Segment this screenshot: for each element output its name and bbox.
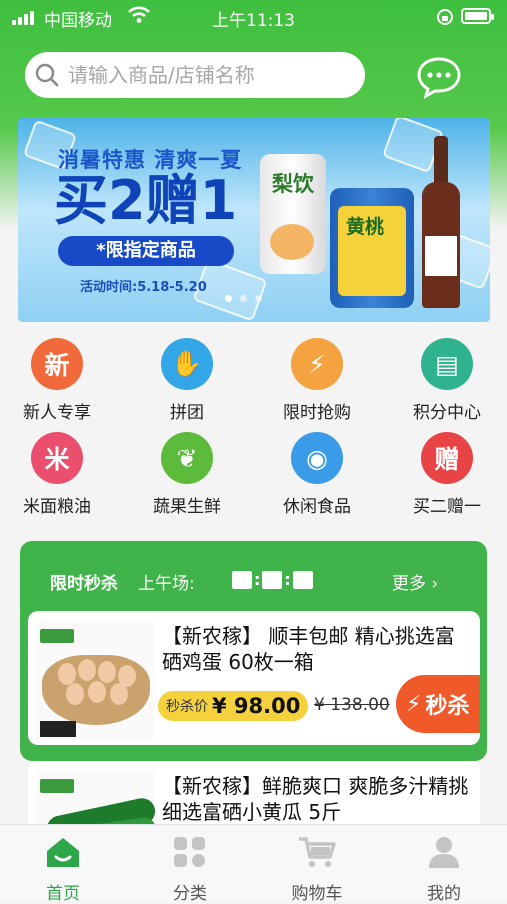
carousel-dots xyxy=(225,295,262,302)
vegetable-icon: ❦ xyxy=(161,432,213,484)
group-hands-icon: ✋ xyxy=(161,338,213,390)
product-title: 【新农稼】鲜脆爽口 爽脆多汁精挑细选富硒小黄瓜 5斤 xyxy=(162,774,469,824)
rotation-lock-icon xyxy=(436,8,454,31)
drink-bottle xyxy=(422,136,460,308)
flash-sale-session: 上午场: xyxy=(138,574,195,594)
category-grid-icon xyxy=(174,837,205,867)
banner-tag: *限指定商品 xyxy=(58,236,234,266)
banner-promo: 买2赠1 xyxy=(54,169,238,232)
status-bar: 中国移动 上午11:13 xyxy=(0,0,507,34)
product-image-eggs xyxy=(36,621,154,739)
lollipop-icon: ◉ xyxy=(291,432,343,484)
bolt-icon: ⚡ xyxy=(406,691,422,717)
rice-icon: 米 xyxy=(31,432,83,484)
original-price: ¥ 138.00 xyxy=(314,695,390,715)
points-icon: ▤ xyxy=(421,338,473,390)
brand-tag xyxy=(40,629,74,643)
category-item-new-user[interactable]: 新 新人专享 xyxy=(0,338,117,423)
tab-cart[interactable]: 购物车 xyxy=(262,835,372,904)
gift-icon: 赠 xyxy=(421,432,473,484)
tab-category[interactable]: 分类 xyxy=(135,835,245,904)
brand-tag xyxy=(40,779,74,793)
banner-dates: 活动时间:5.18-5.20 xyxy=(80,280,207,295)
tab-home[interactable]: 首页 xyxy=(8,835,118,904)
category-item-produce[interactable]: ❦ 蔬果生鲜 xyxy=(127,432,247,517)
promo-banner[interactable]: 消暑特惠 清爽一夏 买2赠1 *限指定商品 活动时间:5.18-5.20 梨饮 … xyxy=(18,118,490,322)
flash-sale-title: 限时秒杀 xyxy=(50,574,118,594)
status-time: 上午11:13 xyxy=(212,11,295,31)
category-item-rice-oil[interactable]: 米 米面粮油 xyxy=(0,432,117,517)
new-icon: 新 xyxy=(31,338,83,390)
yellow-peach-can: 黄桃 xyxy=(330,188,414,308)
pear-drink-can: 梨饮 xyxy=(260,154,326,274)
product-card[interactable]: 【新农稼】鲜脆爽口 爽脆多汁精挑细选富硒小黄瓜 5斤 xyxy=(28,761,480,831)
category-item-buy2get1[interactable]: 赠 买二赠一 xyxy=(387,432,507,517)
battery-icon xyxy=(461,8,494,24)
product-card[interactable]: 【新农稼】 顺丰包邮 精心挑选富硒鸡蛋 60枚一箱 秒杀价 ¥ 98.00 ¥ … xyxy=(28,611,480,745)
message-icon[interactable] xyxy=(415,55,463,103)
category-item-points[interactable]: ▤ 积分中心 xyxy=(387,338,507,423)
countdown-timer: :: xyxy=(230,570,315,589)
home-icon xyxy=(47,838,79,867)
profile-icon xyxy=(429,837,459,868)
product-image-cucumber xyxy=(36,771,158,831)
flash-buy-button[interactable]: ⚡ 秒杀 xyxy=(396,675,480,733)
express-logo xyxy=(40,721,76,737)
search-input[interactable] xyxy=(66,62,350,88)
bottom-tab-bar: 首页 分类 购物车 我的 xyxy=(0,824,507,904)
category-item-snacks[interactable]: ◉ 休闲食品 xyxy=(257,432,377,517)
category-item-group-buy[interactable]: ✋ 拼团 xyxy=(127,338,247,423)
flash-bolt-icon: ⚡ xyxy=(291,338,343,390)
search-icon xyxy=(35,63,59,87)
tab-profile[interactable]: 我的 xyxy=(389,835,499,904)
flash-sale-more-link[interactable]: 更多 › xyxy=(392,569,438,594)
category-item-flash-buy[interactable]: ⚡ 限时抢购 xyxy=(257,338,377,423)
search-bar[interactable] xyxy=(25,52,365,98)
flash-price-badge: 秒杀价 ¥ 98.00 xyxy=(158,691,309,721)
cart-icon xyxy=(299,837,336,867)
product-title: 【新农稼】 顺丰包邮 精心挑选富硒鸡蛋 60枚一箱 xyxy=(162,624,455,674)
